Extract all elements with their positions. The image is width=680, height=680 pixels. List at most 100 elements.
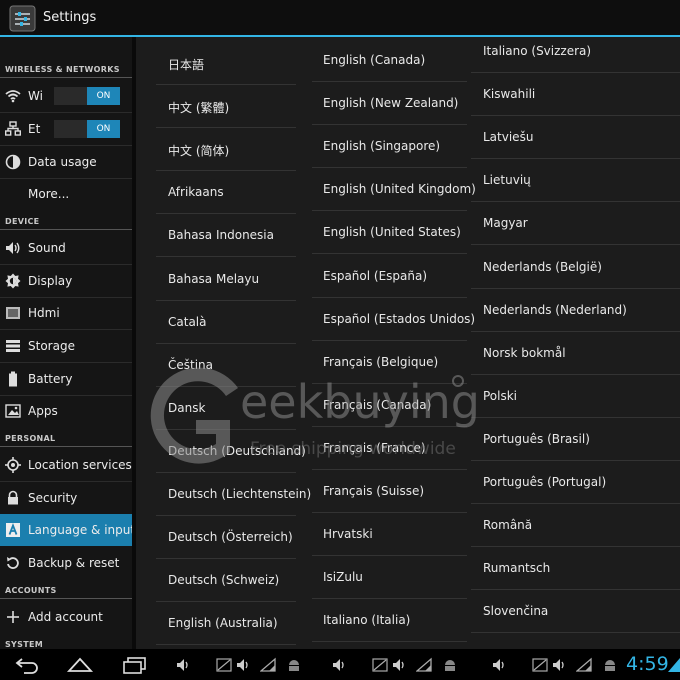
sidebar-item-sound[interactable]: Sound xyxy=(0,232,132,264)
language-item[interactable]: 中文 (繁體) xyxy=(168,99,229,116)
language-item[interactable]: Kiswahili xyxy=(483,87,535,101)
sidebar-item-backup-reset[interactable]: Backup & reset xyxy=(0,547,132,579)
language-item[interactable]: Nederlands (Nederland) xyxy=(483,303,627,317)
sidebar-item-label: Backup & reset xyxy=(28,556,120,570)
sidebar-item-location[interactable]: Location services xyxy=(0,449,132,481)
list-divider xyxy=(156,213,296,215)
language-item[interactable]: Latviešu xyxy=(483,130,533,144)
sidebar-item-battery[interactable]: Battery xyxy=(0,363,132,395)
sidebar-item-display[interactable]: Display xyxy=(0,265,132,297)
list-divider xyxy=(156,84,296,85)
language-item[interactable]: Español (Estados Unidos) xyxy=(323,312,475,326)
sidebar-item-data-usage[interactable]: Data usage xyxy=(0,146,132,178)
language-item[interactable]: Lietuvių xyxy=(483,173,531,187)
language-item[interactable]: Nederlands (België) xyxy=(483,260,602,274)
language-item[interactable]: English (United States) xyxy=(323,225,461,239)
sidebar-item-hdmi[interactable]: Hdmi xyxy=(0,297,132,329)
signal-icon xyxy=(260,657,276,672)
language-item[interactable]: English (New Zealand) xyxy=(323,96,458,110)
language-item[interactable]: English (United Kingdom) xyxy=(323,182,476,196)
language-item[interactable]: Français (Suisse) xyxy=(323,484,424,498)
language-item[interactable]: Français (France) xyxy=(323,441,426,455)
recent-apps-icon[interactable] xyxy=(121,655,147,675)
volume-icon xyxy=(333,659,344,671)
sidebar-item-language-input[interactable]: Language & input xyxy=(0,514,132,546)
back-icon[interactable] xyxy=(14,655,40,675)
section-divider xyxy=(0,446,132,447)
signal-icon xyxy=(416,657,432,672)
home-icon[interactable] xyxy=(66,655,94,675)
screenshot-icon xyxy=(372,658,388,672)
list-divider xyxy=(471,632,680,634)
list-divider xyxy=(471,201,680,203)
sidebar-item-label: Display xyxy=(28,274,73,288)
sidebar-item-more[interactable]: More... xyxy=(0,178,132,210)
language-item[interactable]: Rumantsch xyxy=(483,561,550,575)
language-item[interactable]: 中文 (简体) xyxy=(168,142,229,159)
android-icon xyxy=(445,660,455,671)
language-item[interactable]: Hrvatski xyxy=(323,527,373,541)
sidebar-item-apps[interactable]: Apps xyxy=(0,395,132,427)
list-divider xyxy=(471,459,680,461)
list-divider xyxy=(312,339,467,341)
language-item[interactable]: Afrikaans xyxy=(168,185,224,199)
language-item[interactable]: English (Australia) xyxy=(168,616,278,630)
wifi-signal-icon xyxy=(668,658,680,672)
section-divider xyxy=(0,77,132,78)
list-divider xyxy=(312,512,467,513)
sidebar-item-wifi[interactable]: Wi ON xyxy=(0,80,132,112)
storage-icon xyxy=(6,340,20,352)
system-nav-bar: 4:59 xyxy=(0,649,680,680)
wifi-toggle[interactable]: ON xyxy=(54,87,120,105)
language-item[interactable]: Čeština xyxy=(168,358,213,372)
settings-icon[interactable] xyxy=(9,5,36,32)
language-item[interactable]: Deutsch (Österreich) xyxy=(168,530,293,544)
language-item[interactable]: Bahasa Melayu xyxy=(168,272,259,286)
language-item[interactable]: Italiano (Italia) xyxy=(323,613,410,627)
section-divider xyxy=(0,598,132,599)
sidebar-item-add-account[interactable]: Add account xyxy=(0,601,132,633)
language-item[interactable]: Română xyxy=(483,518,532,532)
language-item[interactable]: Norsk bokmål xyxy=(483,346,566,360)
volume-icon xyxy=(6,242,20,254)
language-item[interactable]: Polski xyxy=(483,389,517,403)
sidebar-item-storage[interactable]: Storage xyxy=(0,330,132,362)
language-item[interactable]: 日本語 xyxy=(168,56,204,73)
settings-sidebar: WIRELESS & NETWORKS Wi ON Et ON Data usa… xyxy=(0,37,132,649)
language-item[interactable]: Deutsch (Deutschland) xyxy=(168,444,306,458)
ethernet-toggle[interactable]: ON xyxy=(54,120,120,138)
list-divider xyxy=(471,373,680,375)
toggle-state: ON xyxy=(87,120,120,138)
language-item[interactable]: Português (Brasil) xyxy=(483,432,590,446)
sidebar-item-ethernet[interactable]: Et ON xyxy=(0,113,132,145)
sidebar-item-security[interactable]: Security xyxy=(0,482,132,514)
android-icon xyxy=(289,660,299,671)
list-divider xyxy=(312,425,467,427)
volume-icon xyxy=(237,659,248,671)
language-item[interactable]: Bahasa Indonesia xyxy=(168,228,274,242)
language-item[interactable]: Italiano (Svizzera) xyxy=(483,44,591,58)
language-item[interactable]: Français (Canada) xyxy=(323,398,431,412)
section-header-accounts: ACCOUNTS xyxy=(5,586,57,595)
language-item[interactable]: English (Singapore) xyxy=(323,139,440,153)
volume-icon xyxy=(177,659,188,671)
list-divider xyxy=(312,296,467,298)
sidebar-item-label: More... xyxy=(28,187,70,201)
section-header-personal: PERSONAL xyxy=(5,434,56,443)
language-item[interactable]: IsiZulu xyxy=(323,570,363,584)
language-item[interactable]: Slovenčina xyxy=(483,604,548,618)
language-item[interactable]: Deutsch (Schweiz) xyxy=(168,573,279,587)
list-divider xyxy=(312,555,467,557)
language-item[interactable]: Magyar xyxy=(483,216,528,230)
language-item[interactable]: Dansk xyxy=(168,401,205,415)
language-item[interactable]: English (Canada) xyxy=(323,53,425,67)
language-item[interactable]: Català xyxy=(168,315,206,329)
language-item[interactable]: Français (Belgique) xyxy=(323,355,438,369)
volume-icon xyxy=(553,659,564,671)
language-item[interactable]: Português (Portugal) xyxy=(483,475,606,489)
language-item[interactable]: Deutsch (Liechtenstein) xyxy=(168,487,311,501)
plus-icon xyxy=(7,611,19,623)
data-usage-icon xyxy=(5,154,21,170)
language-item[interactable]: Español (España) xyxy=(323,269,427,283)
list-divider xyxy=(471,115,680,117)
